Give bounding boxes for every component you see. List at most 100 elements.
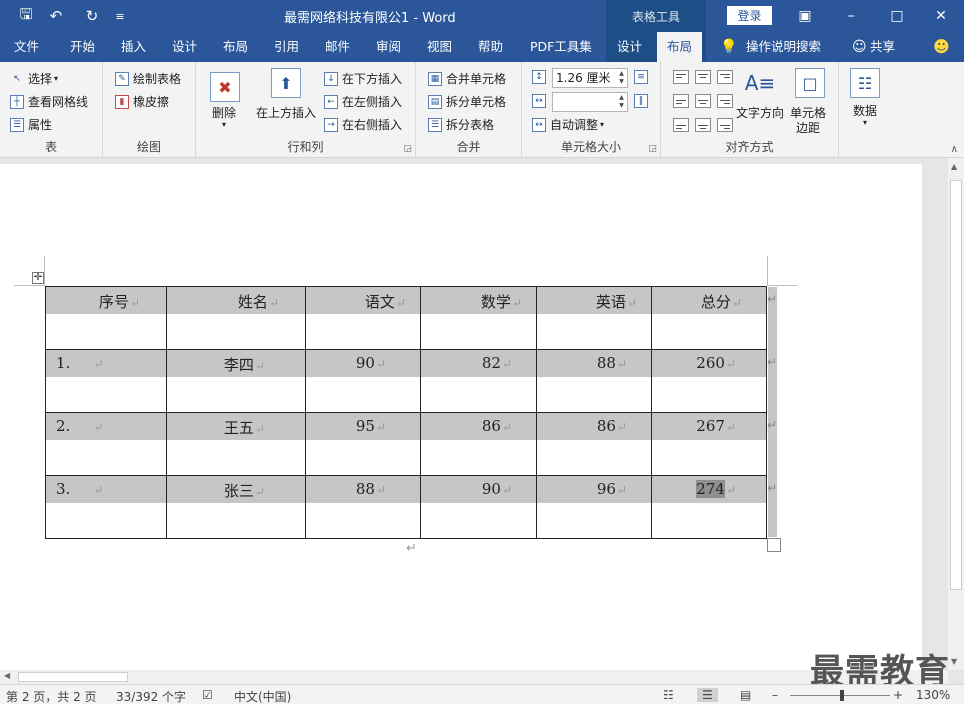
page-indicator[interactable]: 第 2 页，共 2 页 [6,688,97,704]
split-table-button[interactable]: ☰ 拆分表格 [428,116,494,133]
table-cell[interactable]: 267↵ [651,412,767,476]
column-width-spinner[interactable]: ▲ ▼ [617,94,626,110]
delete-button[interactable]: 删除 [212,104,236,121]
zoom-out-icon[interactable]: – [772,688,778,702]
delete-table-icon[interactable]: ✖ [210,72,240,102]
table-cell[interactable]: 总分↵ [651,286,767,350]
table-cell[interactable]: 274↵ [651,475,767,539]
insert-left-button[interactable]: ← 在左侧插入 [324,93,402,110]
zoom-level[interactable]: 130% [916,688,950,702]
vertical-scroll-thumb[interactable] [950,180,962,590]
cell-margins-icon[interactable]: □ [795,68,825,98]
horizontal-scroll-thumb[interactable] [18,672,128,682]
insert-above-icon[interactable]: ⬆ [271,68,301,98]
tab-layout[interactable]: 布局 [223,32,248,62]
table-cell[interactable]: 96↵ [536,475,652,539]
table-cell[interactable]: 90↵ [420,475,537,539]
cell-margins-button-line2[interactable]: 边距 [796,119,820,136]
align-middle-center-icon[interactable] [695,94,711,108]
lightbulb-icon[interactable]: 💡 [720,32,737,62]
share-button[interactable]: 共享 [870,32,895,62]
table-cell[interactable]: 95↵ [305,412,421,476]
row-height-spinner[interactable]: ▲ ▼ [617,70,626,86]
table-cell[interactable]: 88↵ [536,349,652,413]
align-bottom-right-icon[interactable] [717,118,733,132]
table-move-handle-icon[interactable]: ✛ [32,272,44,284]
text-direction-button[interactable]: 文字方向 [736,104,784,121]
table-cell[interactable]: 90↵ [305,349,421,413]
tab-pdf-tools[interactable]: PDF工具集 [530,32,592,62]
tab-design[interactable]: 设计 [172,32,197,62]
read-mode-icon[interactable]: ☷ [663,688,674,702]
align-top-center-icon[interactable] [695,70,711,84]
align-bottom-left-icon[interactable] [673,118,689,132]
merge-cells-button[interactable]: ▦ 合并单元格 [428,70,506,87]
table-cell[interactable]: 88↵ [305,475,421,539]
tab-table-design[interactable]: 设计 [617,32,642,62]
draw-table-button[interactable]: ✎ 绘制表格 [115,70,181,87]
tell-me-search[interactable]: 操作说明搜索 [746,32,821,62]
scroll-left-icon[interactable]: ◀ [4,671,10,680]
web-layout-icon[interactable]: ▤ [740,688,751,702]
ribbon-display-options-icon[interactable]: ▣ [782,0,828,32]
text-direction-icon[interactable]: A≡ [745,68,775,98]
tab-mailings[interactable]: 邮件 [325,32,350,62]
table-cell[interactable]: 序号↵ [45,286,167,350]
split-cells-button[interactable]: ▤ 拆分单元格 [428,93,506,110]
table-cell[interactable]: 数学↵ [420,286,537,350]
tab-view[interactable]: 视图 [427,32,452,62]
tab-references[interactable]: 引用 [274,32,299,62]
table-cell[interactable]: 李四↵ [166,349,306,413]
distribute-columns-icon[interactable]: ‖ [634,94,648,108]
select-button[interactable]: ↖ 选择 ▾ [10,70,58,87]
table-cell[interactable]: 3. ↵ [45,475,167,539]
insert-above-button[interactable]: 在上方插入 [256,104,316,121]
eraser-button[interactable]: ▮ 橡皮擦 [115,93,169,110]
login-button[interactable]: 登录 [727,6,772,25]
proofing-icon[interactable]: ☑ [202,688,213,702]
tab-help[interactable]: 帮助 [478,32,503,62]
view-gridlines-button[interactable]: ┼ 查看网格线 [10,93,88,110]
column-width-input[interactable]: ▲ ▼ [552,92,628,112]
table-cell[interactable]: 张三↵ [166,475,306,539]
delete-dropdown-icon[interactable]: ▾ [222,120,226,129]
table-cell[interactable]: 英语↵ [536,286,652,350]
properties-button[interactable]: ☰ 属性 [10,116,52,133]
redo-icon[interactable]: ↻ [82,6,102,26]
data-button[interactable]: 数据 [853,102,877,119]
table-resize-handle[interactable] [767,538,781,552]
print-layout-icon[interactable]: ☰ [697,688,718,702]
table-cell[interactable]: 86↵ [536,412,652,476]
table-cell[interactable]: 2. ↵ [45,412,167,476]
align-bottom-center-icon[interactable] [695,118,711,132]
table-cell[interactable]: 语文↵ [305,286,421,350]
data-icon[interactable]: ☷ [850,68,880,98]
selected-text[interactable]: 274 [696,480,725,498]
table-cell[interactable]: 260↵ [651,349,767,413]
table-cell[interactable]: 1. ↵ [45,349,167,413]
data-dropdown-icon[interactable]: ▾ [863,118,867,127]
table-cell[interactable]: 86↵ [420,412,537,476]
scroll-down-icon[interactable]: ▼ [951,657,957,666]
close-icon[interactable]: ✕ [918,0,964,32]
insert-below-button[interactable]: ↓ 在下方插入 [324,70,402,87]
minimize-icon[interactable]: – [828,0,874,32]
align-middle-left-icon[interactable] [673,94,689,108]
maximize-icon[interactable]: □ [874,0,920,32]
score-table[interactable]: 序号↵ 姓名↵ 语文↵ 数学↵ 英语↵ 总分↵ 1. ↵ 李四↵ 90↵ 82↵ … [45,286,767,539]
customize-quick-access-icon[interactable]: ≡ [110,6,130,26]
tab-file[interactable]: 文件 [14,32,39,62]
tab-insert[interactable]: 插入 [121,32,146,62]
table-cell[interactable]: 姓名↵ [166,286,306,350]
zoom-in-icon[interactable]: + [893,688,903,702]
vertical-scrollbar[interactable]: ▲ ▼ [948,158,964,670]
row-height-input[interactable]: 1.26 厘米 ▲ ▼ [552,68,628,88]
align-top-left-icon[interactable] [673,70,689,84]
save-icon[interactable]: 🖫 [16,5,36,26]
autofit-button[interactable]: ↔ 自动调整 ▾ [532,116,604,133]
undo-icon[interactable]: ↶ [46,6,66,26]
insert-right-button[interactable]: → 在右侧插入 [324,116,402,133]
zoom-slider-thumb[interactable] [840,690,844,701]
rows-columns-launcher-icon[interactable]: ◲ [403,144,412,154]
word-count[interactable]: 33/392 个字 [116,688,186,704]
